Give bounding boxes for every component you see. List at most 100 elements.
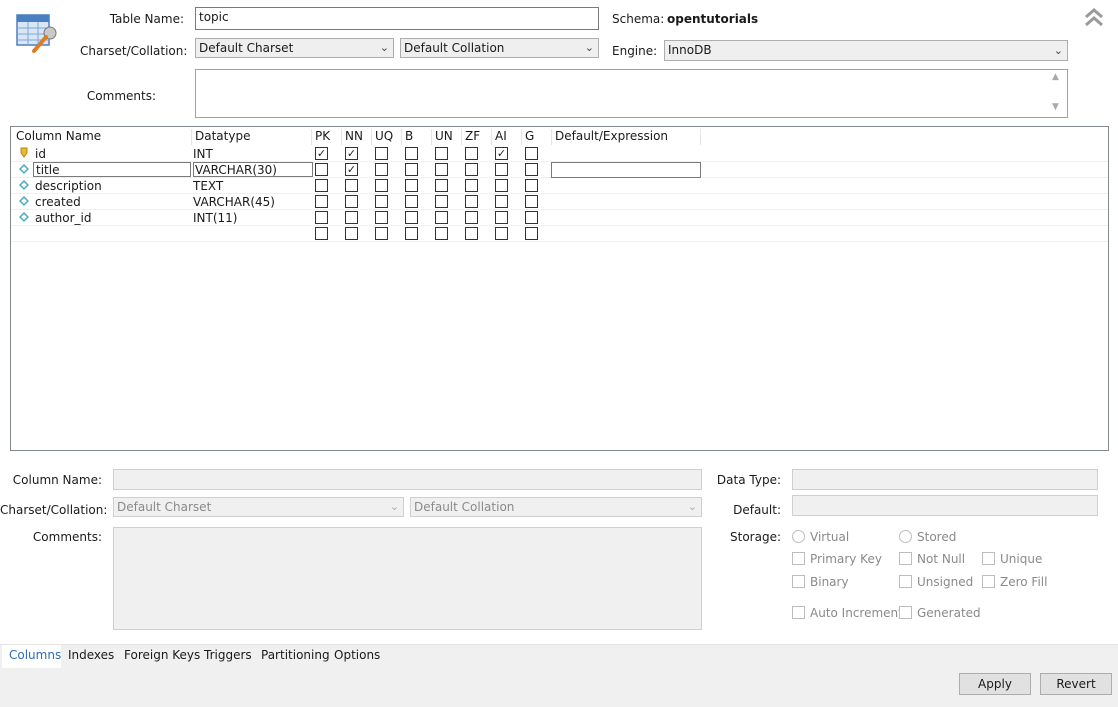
- flag-checkbox-b[interactable]: [405, 195, 418, 208]
- flag-checkbox-uq[interactable]: [375, 163, 388, 176]
- flag-checkbox-ai[interactable]: [495, 211, 508, 224]
- tab-columns[interactable]: Columns: [9, 648, 61, 662]
- stored-radio[interactable]: [899, 530, 912, 543]
- flag-checkbox-nn[interactable]: [345, 195, 358, 208]
- flag-checkbox-ai[interactable]: [495, 195, 508, 208]
- tab-partitioning[interactable]: Partitioning: [261, 648, 330, 662]
- header-pk[interactable]: PK: [315, 129, 330, 147]
- flag-checkbox-zf[interactable]: [465, 195, 478, 208]
- flag-checkbox-b[interactable]: [405, 179, 418, 192]
- table-name-input[interactable]: topic: [195, 7, 599, 30]
- header-ai[interactable]: AI: [495, 129, 507, 147]
- apply-button[interactable]: Apply: [959, 673, 1031, 695]
- flag-checkbox-g[interactable]: [525, 163, 538, 176]
- column-name-cell[interactable]: description: [35, 179, 102, 193]
- table-row[interactable]: [11, 226, 1108, 242]
- flag-checkbox-nn[interactable]: [345, 227, 358, 240]
- flag-checkbox-uq[interactable]: [375, 195, 388, 208]
- flag-checkbox-un[interactable]: [435, 163, 448, 176]
- header-uq[interactable]: UQ: [375, 129, 393, 147]
- column-name-cell[interactable]: title: [33, 162, 191, 177]
- comments-scroll-down-icon[interactable]: ▼: [1052, 102, 1059, 112]
- comments-scroll-up-icon[interactable]: ▲: [1052, 72, 1059, 82]
- datatype-cell[interactable]: TEXT: [193, 179, 223, 193]
- flag-checkbox-ai[interactable]: [495, 227, 508, 240]
- flag-checkbox-zf[interactable]: [465, 147, 478, 160]
- flag-checkbox-g[interactable]: [525, 195, 538, 208]
- flag-checkbox-ai[interactable]: [495, 179, 508, 192]
- flag-checkbox-uq[interactable]: [375, 227, 388, 240]
- column-name-cell[interactable]: author_id: [35, 211, 92, 225]
- table-row[interactable]: description TEXT: [11, 178, 1108, 194]
- flag-checkbox-un[interactable]: [435, 147, 448, 160]
- generated-checkbox[interactable]: [899, 606, 912, 619]
- revert-button[interactable]: Revert: [1040, 673, 1112, 695]
- auto-increment-checkbox[interactable]: [792, 606, 805, 619]
- default-expression-cell[interactable]: [551, 162, 701, 178]
- not-null-checkbox[interactable]: [899, 552, 912, 565]
- default-field[interactable]: [792, 495, 1098, 516]
- columns-grid[interactable]: Column Name Datatype PK NN UQ B UN ZF AI…: [10, 126, 1109, 451]
- table-row[interactable]: title VARCHAR(30) ✓: [11, 162, 1108, 178]
- header-datatype[interactable]: Datatype: [195, 129, 250, 147]
- flag-checkbox-pk[interactable]: [315, 195, 328, 208]
- flag-checkbox-b[interactable]: [405, 227, 418, 240]
- flag-checkbox-un[interactable]: [435, 179, 448, 192]
- flag-checkbox-un[interactable]: [435, 211, 448, 224]
- header-un[interactable]: UN: [435, 129, 453, 147]
- column-name-cell[interactable]: created: [35, 195, 81, 209]
- flag-checkbox-pk[interactable]: [315, 179, 328, 192]
- unique-checkbox[interactable]: [982, 552, 995, 565]
- collapse-chevron-icon[interactable]: [1083, 6, 1105, 28]
- flag-checkbox-zf[interactable]: [465, 211, 478, 224]
- flag-checkbox-b[interactable]: [405, 163, 418, 176]
- collation-select[interactable]: Default Collation ⌄: [400, 38, 599, 58]
- data-type-field[interactable]: [792, 469, 1098, 490]
- column-name-cell[interactable]: id: [35, 147, 46, 161]
- flag-checkbox-uq[interactable]: [375, 179, 388, 192]
- flag-checkbox-g[interactable]: [525, 227, 538, 240]
- tab-triggers[interactable]: Triggers: [204, 648, 252, 662]
- flag-checkbox-zf[interactable]: [465, 163, 478, 176]
- detail-charset-select[interactable]: Default Charset ⌄: [113, 497, 404, 517]
- unsigned-checkbox[interactable]: [899, 575, 912, 588]
- tab-indexes[interactable]: Indexes: [68, 648, 114, 662]
- datatype-cell[interactable]: INT: [193, 147, 213, 161]
- flag-checkbox-un[interactable]: [435, 227, 448, 240]
- flag-checkbox-g[interactable]: [525, 147, 538, 160]
- flag-checkbox-pk[interactable]: ✓: [315, 147, 328, 160]
- table-row[interactable]: author_id INT(11): [11, 210, 1108, 226]
- table-row[interactable]: created VARCHAR(45): [11, 194, 1108, 210]
- flag-checkbox-ai[interactable]: ✓: [495, 147, 508, 160]
- flag-checkbox-g[interactable]: [525, 211, 538, 224]
- tab-foreign-keys[interactable]: Foreign Keys: [124, 648, 200, 662]
- flag-checkbox-b[interactable]: [405, 211, 418, 224]
- flag-checkbox-nn[interactable]: ✓: [345, 163, 358, 176]
- header-g[interactable]: G: [525, 129, 534, 147]
- header-nn[interactable]: NN: [345, 129, 363, 147]
- primary-key-checkbox[interactable]: [792, 552, 805, 565]
- datatype-cell[interactable]: INT(11): [193, 211, 237, 225]
- zero-fill-checkbox[interactable]: [982, 575, 995, 588]
- flag-checkbox-pk[interactable]: [315, 211, 328, 224]
- header-zf[interactable]: ZF: [465, 129, 480, 147]
- flag-checkbox-nn[interactable]: ✓: [345, 147, 358, 160]
- binary-checkbox[interactable]: [792, 575, 805, 588]
- flag-checkbox-nn[interactable]: [345, 211, 358, 224]
- datatype-cell[interactable]: VARCHAR(45): [193, 195, 275, 209]
- header-b[interactable]: B: [405, 129, 413, 147]
- table-comments-textarea[interactable]: [195, 69, 1068, 118]
- flag-checkbox-uq[interactable]: [375, 211, 388, 224]
- tab-options[interactable]: Options: [334, 648, 380, 662]
- flag-checkbox-zf[interactable]: [465, 227, 478, 240]
- flag-checkbox-pk[interactable]: [315, 163, 328, 176]
- flag-checkbox-b[interactable]: [405, 147, 418, 160]
- detail-collation-select[interactable]: Default Collation ⌄: [410, 497, 702, 517]
- header-default-expression[interactable]: Default/Expression: [555, 129, 668, 147]
- charset-select[interactable]: Default Charset ⌄: [195, 38, 394, 58]
- flag-checkbox-uq[interactable]: [375, 147, 388, 160]
- engine-select[interactable]: InnoDB ⌄: [664, 40, 1068, 61]
- detail-comments-textarea[interactable]: [113, 527, 702, 630]
- flag-checkbox-zf[interactable]: [465, 179, 478, 192]
- column-name-field[interactable]: [113, 469, 702, 490]
